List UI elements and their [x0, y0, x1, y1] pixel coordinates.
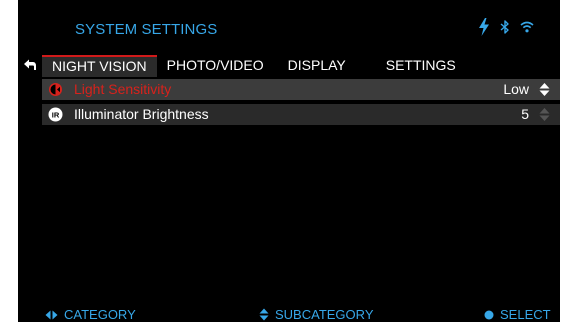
svg-text:IR: IR [52, 111, 60, 120]
left-right-arrows-icon [45, 310, 58, 320]
tab-settings[interactable]: SETTINGS [356, 55, 466, 77]
up-down-arrows-icon [259, 308, 269, 321]
setting-value: Low [503, 81, 529, 97]
device-screen: SYSTEM SETTINGS NIGHT VISION PHOTO/VIDEO [18, 0, 560, 322]
sensitivity-icon [48, 82, 63, 97]
wifi-icon [520, 21, 534, 33]
page-title: SYSTEM SETTINGS [75, 21, 218, 38]
up-down-stepper-icon[interactable] [539, 82, 550, 97]
bluetooth-icon [500, 20, 510, 34]
tab-photo-video[interactable]: PHOTO/VIDEO [157, 55, 274, 77]
tab-display[interactable]: DISPLAY [274, 55, 356, 77]
footer-subcategory-hint: SUBCATEGORY [259, 307, 373, 322]
select-dot-icon [484, 310, 494, 320]
setting-label: Illuminator Brightness [74, 106, 209, 122]
category-tabs: NIGHT VISION PHOTO/VIDEO DISPLAY SETTING… [42, 55, 466, 77]
footer-select-hint: SELECT [484, 307, 551, 322]
setting-row-illuminator-brightness[interactable]: IR Illuminator Brightness 5 [42, 104, 560, 125]
setting-row-light-sensitivity[interactable]: Light Sensitivity Low [42, 79, 560, 100]
footer-category-hint: CATEGORY [45, 307, 136, 322]
tab-night-vision[interactable]: NIGHT VISION [42, 55, 157, 77]
back-arrow-icon[interactable] [23, 58, 37, 72]
status-bar [478, 18, 534, 36]
up-down-stepper-icon[interactable] [539, 107, 550, 122]
lightning-icon [478, 18, 490, 36]
footer-select-label: SELECT [500, 307, 551, 322]
footer-category-label: CATEGORY [64, 307, 136, 322]
setting-value: 5 [521, 106, 529, 122]
footer-hints: CATEGORY SUBCATEGORY SELECT [18, 307, 560, 322]
ir-icon: IR [48, 107, 63, 122]
footer-subcategory-label: SUBCATEGORY [275, 307, 374, 322]
setting-label: Light Sensitivity [74, 81, 172, 97]
